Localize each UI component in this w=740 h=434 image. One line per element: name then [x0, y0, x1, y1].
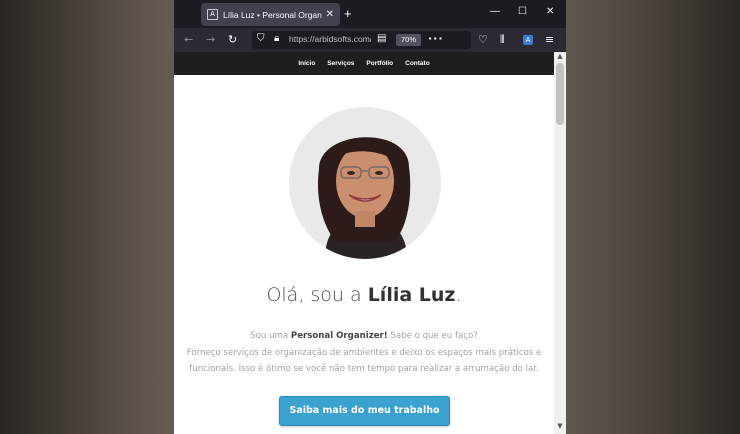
maximize-icon[interactable]: ☐ [518, 6, 527, 17]
hero-title-prefix: Olá, sou a [266, 284, 368, 306]
lock-icon[interactable]: 🔒︎ [274, 33, 279, 44]
back-icon[interactable]: ← [184, 33, 193, 47]
hero-title-name: Lília Luz [367, 284, 456, 306]
intro-bold: Personal Organizer! [290, 331, 388, 341]
page-actions-icon[interactable]: ··· [428, 32, 444, 45]
scroll-up-icon[interactable]: ▲ [556, 52, 564, 62]
intro-text: Sou uma Personal Organizer! Sabe o que e… [174, 328, 554, 378]
profile-photo [289, 107, 441, 259]
library-icon[interactable]: ⫴ [500, 33, 505, 47]
url-text[interactable]: https://arbidsofts.com/organizer [289, 34, 371, 46]
reload-icon[interactable]: ↻ [228, 33, 237, 47]
active-tab[interactable]: A Lília Luz • Personal Organizer ✕ [201, 3, 340, 26]
page-viewport: Início Serviços Portfólio Contato Olá, s… [174, 52, 566, 434]
nav-contato[interactable]: Contato [405, 60, 430, 67]
minimize-icon[interactable]: — [490, 6, 500, 17]
scroll-down-icon[interactable]: ▼ [556, 422, 564, 432]
portrait-illustration [289, 107, 441, 259]
forward-icon[interactable]: → [206, 33, 215, 47]
learn-more-button[interactable]: Saiba mais do meu trabalho [279, 396, 450, 426]
hero-title-suffix: . [455, 284, 462, 306]
page-scrollbar[interactable]: ▲ ▼ [554, 52, 566, 434]
new-tab-icon[interactable]: + [344, 6, 352, 21]
tab-strip: A Lília Luz • Personal Organizer ✕ + — ☐… [174, 0, 566, 28]
site-nav: Início Serviços Portfólio Contato [174, 52, 554, 75]
navigation-toolbar: ← → ↻ ⛉ 🔒︎ https://arbidsofts.com/organi… [174, 28, 566, 52]
address-bar[interactable]: ⛉ 🔒︎ https://arbidsofts.com/organizer ▤ … [252, 31, 471, 49]
nav-inicio[interactable]: Início [298, 60, 315, 67]
nav-portfolio[interactable]: Portfólio [366, 60, 393, 67]
close-window-icon[interactable]: ✕ [546, 6, 554, 17]
tab-title: Lília Luz • Personal Organizer [223, 9, 322, 20]
scroll-thumb[interactable] [556, 63, 564, 125]
tracking-shield-icon[interactable]: ⛉ [257, 33, 265, 44]
extension-icon[interactable]: A [523, 35, 533, 45]
site-favicon-icon: A [207, 9, 218, 20]
nav-servicos[interactable]: Serviços [327, 60, 354, 67]
close-tab-icon[interactable]: ✕ [326, 9, 334, 20]
menu-icon[interactable]: ≡ [545, 33, 554, 47]
intro-prefix: Sou uma [250, 331, 291, 341]
pocket-icon[interactable]: ♡ [478, 33, 488, 47]
browser-window: A Lília Luz • Personal Organizer ✕ + — ☐… [174, 0, 566, 434]
intro-body: Forneço serviços de organização de ambie… [186, 347, 542, 375]
hero-title: Olá, sou a Lília Luz. [174, 284, 554, 306]
reader-view-icon[interactable]: ▤ [377, 33, 386, 44]
intro-suffix: Sabe o que eu faço? [387, 331, 478, 341]
zoom-level[interactable]: 70% [396, 34, 421, 46]
